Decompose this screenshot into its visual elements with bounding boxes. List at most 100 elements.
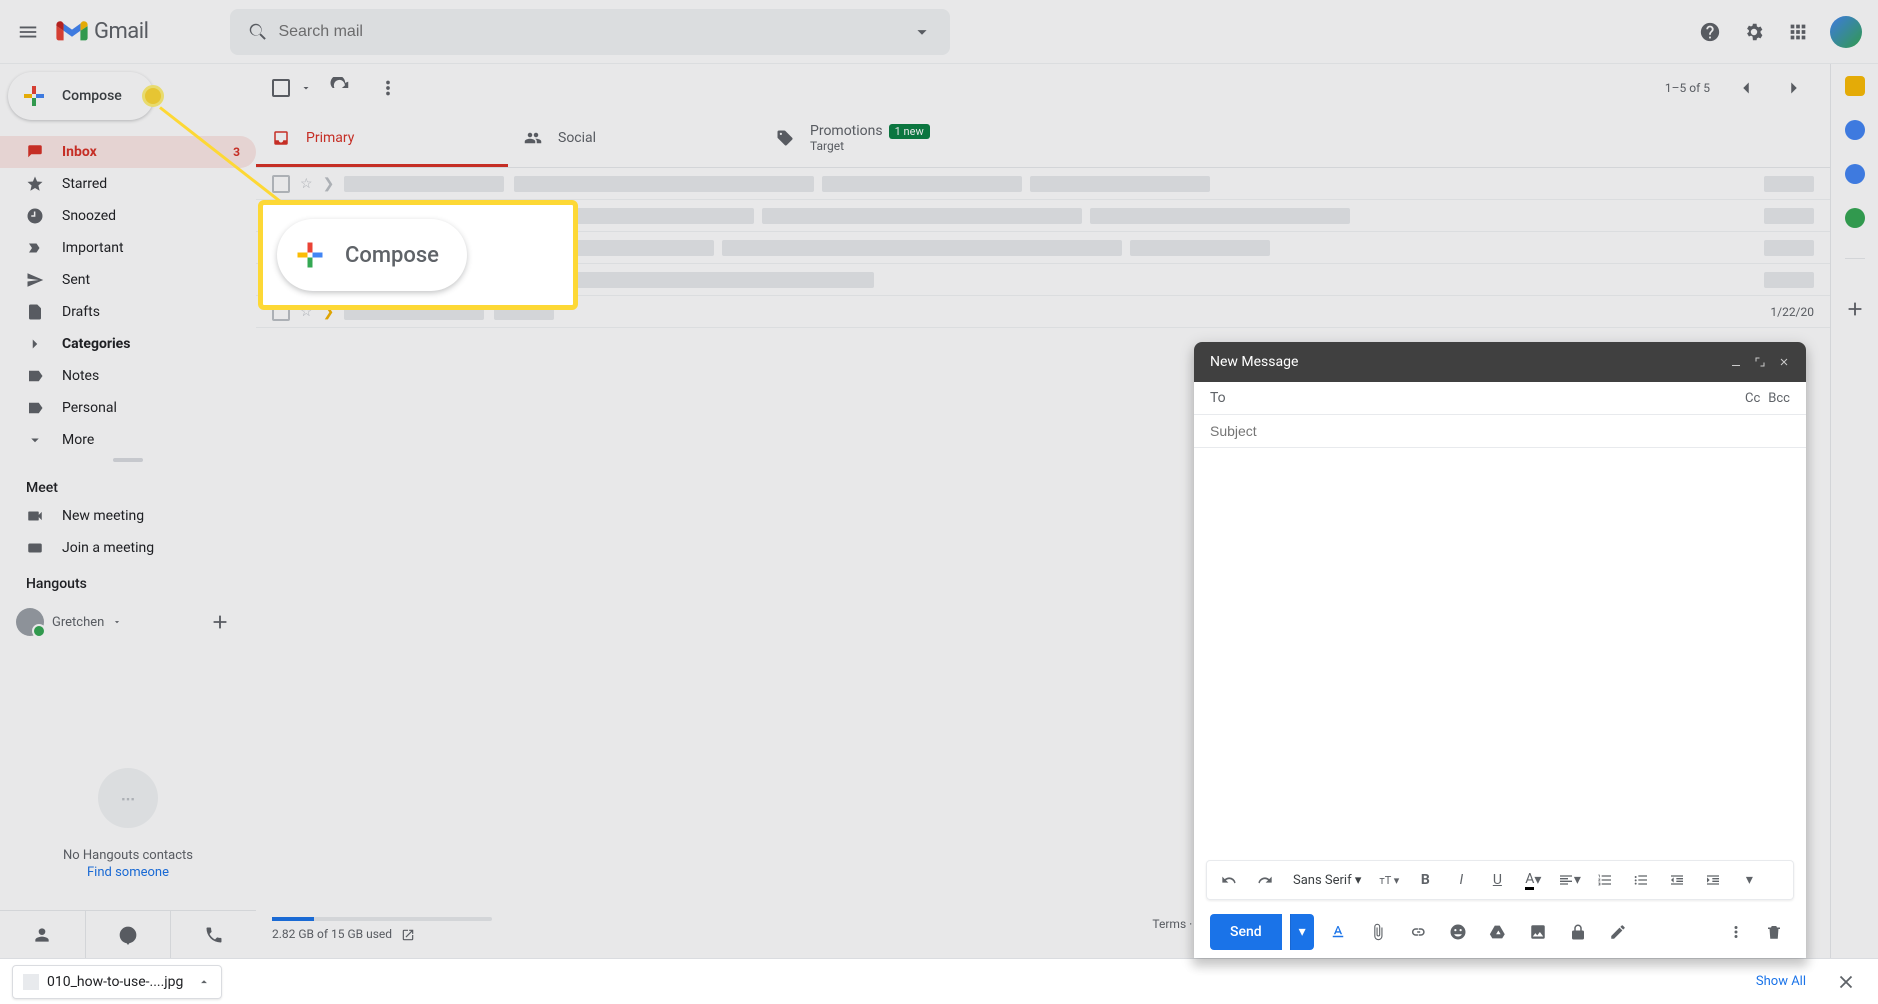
next-page-button[interactable] <box>1774 68 1814 108</box>
attach-file-button[interactable] <box>1362 916 1394 948</box>
to-input[interactable] <box>1234 390 1737 406</box>
terms-link[interactable]: Terms <box>1152 917 1186 931</box>
support-button[interactable] <box>1690 12 1730 52</box>
calendar-addon-icon[interactable] <box>1845 76 1865 96</box>
redo-button[interactable] <box>1251 866 1279 894</box>
search-options-button[interactable] <box>902 12 942 52</box>
tasks-addon-icon[interactable] <box>1845 164 1865 184</box>
importance-marker[interactable]: ❯ <box>323 176 335 192</box>
more-options-button[interactable] <box>1720 916 1752 948</box>
insert-signature-button[interactable] <box>1602 916 1634 948</box>
tab-primary[interactable]: Primary <box>256 112 508 167</box>
chat-bubble-icon <box>98 768 158 828</box>
send-options-button[interactable]: ▾ <box>1290 914 1314 950</box>
star-toggle[interactable]: ☆ <box>300 176 313 192</box>
search-input[interactable] <box>278 23 902 41</box>
hangouts-user-row[interactable]: Gretchen <box>0 596 256 648</box>
indent-less-button[interactable] <box>1663 866 1691 894</box>
hangouts-tab[interactable] <box>86 911 172 958</box>
search-button[interactable] <box>238 12 278 52</box>
get-addons-button[interactable] <box>1835 289 1875 329</box>
sidebar: Compose Inbox3 Starred Snoozed Important… <box>0 64 256 958</box>
open-link-icon[interactable] <box>401 928 415 942</box>
nav-starred[interactable]: Starred <box>0 168 256 200</box>
find-someone-link[interactable]: Find someone <box>0 865 256 880</box>
to-row[interactable]: To Cc Bcc <box>1194 382 1806 415</box>
mail-row[interactable]: ☆❯ <box>256 168 1830 200</box>
bulleted-list-button[interactable] <box>1627 866 1655 894</box>
insert-drive-button[interactable] <box>1482 916 1514 948</box>
compose-body[interactable] <box>1194 448 1806 860</box>
meet-new-meeting[interactable]: New meeting <box>0 500 256 532</box>
search-bar[interactable] <box>230 9 950 55</box>
bcc-toggle[interactable]: Bcc <box>1768 391 1790 406</box>
close-download-bar[interactable] <box>1826 962 1866 1002</box>
help-icon <box>1699 21 1721 43</box>
format-more-button[interactable]: ▾ <box>1735 866 1763 894</box>
subject-row[interactable] <box>1194 415 1806 448</box>
show-all-downloads[interactable]: Show All <box>1744 968 1818 995</box>
undo-icon <box>1221 872 1237 888</box>
align-button[interactable]: ▾ <box>1555 866 1583 894</box>
prev-page-button[interactable] <box>1726 68 1766 108</box>
refresh-button[interactable] <box>320 68 360 108</box>
close-icon[interactable] <box>1778 356 1790 368</box>
send-button[interactable]: Send <box>1210 914 1282 950</box>
app-header: Gmail <box>0 0 1878 64</box>
insert-link-button[interactable] <box>1402 916 1434 948</box>
meet-section-label: Meet <box>0 468 256 500</box>
tab-social[interactable]: Social <box>508 112 760 167</box>
font-family-select[interactable]: Sans Serif ▾ <box>1287 873 1367 888</box>
cc-toggle[interactable]: Cc <box>1745 391 1760 406</box>
mail-toolbar: 1–5 of 5 <box>256 64 1830 112</box>
new-chat-button[interactable] <box>200 602 240 642</box>
compose-button[interactable]: Compose <box>8 72 154 120</box>
settings-button[interactable] <box>1734 12 1774 52</box>
row-checkbox[interactable] <box>272 175 290 193</box>
bold-button[interactable]: B <box>1411 866 1439 894</box>
font-size-button[interactable]: тT ▾ <box>1375 866 1403 894</box>
download-chip[interactable]: 010_how-to-use-....jpg <box>12 965 222 999</box>
insert-emoji-button[interactable] <box>1442 916 1474 948</box>
page-info: 1–5 of 5 <box>1665 81 1718 95</box>
sender-blur <box>344 176 504 192</box>
nav-snoozed[interactable]: Snoozed <box>0 200 256 232</box>
numbered-list-button[interactable] <box>1591 866 1619 894</box>
compose-plus-icon <box>22 84 46 108</box>
select-dropdown-icon[interactable] <box>300 82 312 94</box>
nav-sent[interactable]: Sent <box>0 264 256 296</box>
undo-button[interactable] <box>1215 866 1243 894</box>
nav-important[interactable]: Important <box>0 232 256 264</box>
keep-addon-icon[interactable] <box>1845 120 1865 140</box>
text-color-button[interactable]: A ▾ <box>1519 866 1547 894</box>
meet-join-meeting[interactable]: Join a meeting <box>0 532 256 564</box>
nav-categories[interactable]: Categories <box>0 328 256 360</box>
account-avatar[interactable] <box>1830 16 1862 48</box>
nav-more[interactable]: More <box>0 424 256 456</box>
select-all-checkbox[interactable] <box>272 79 290 97</box>
confidential-mode-button[interactable] <box>1562 916 1594 948</box>
gmail-logo[interactable]: Gmail <box>56 19 148 44</box>
minimize-icon[interactable] <box>1730 356 1742 368</box>
tab-promotions[interactable]: Promotions1 new Target <box>760 112 1012 167</box>
chevron-up-icon[interactable] <box>197 975 211 989</box>
nav-personal[interactable]: Personal <box>0 392 256 424</box>
compose-header[interactable]: New Message <box>1194 342 1806 382</box>
contacts-addon-icon[interactable] <box>1845 208 1865 228</box>
sidebar-resize-handle[interactable] <box>113 458 143 462</box>
indent-more-button[interactable] <box>1699 866 1727 894</box>
italic-button[interactable]: I <box>1447 866 1475 894</box>
more-button[interactable] <box>368 68 408 108</box>
phone-tab[interactable] <box>171 911 256 958</box>
nav-notes[interactable]: Notes <box>0 360 256 392</box>
contacts-tab[interactable] <box>0 911 86 958</box>
apps-button[interactable] <box>1778 12 1818 52</box>
discard-draft-button[interactable] <box>1758 916 1790 948</box>
insert-photo-button[interactable] <box>1522 916 1554 948</box>
fullscreen-icon[interactable] <box>1754 356 1766 368</box>
main-menu-button[interactable] <box>8 12 48 52</box>
underline-button[interactable]: U <box>1483 866 1511 894</box>
formatting-toggle[interactable] <box>1322 916 1354 948</box>
nav-drafts[interactable]: Drafts <box>0 296 256 328</box>
subject-input[interactable] <box>1210 423 1790 439</box>
